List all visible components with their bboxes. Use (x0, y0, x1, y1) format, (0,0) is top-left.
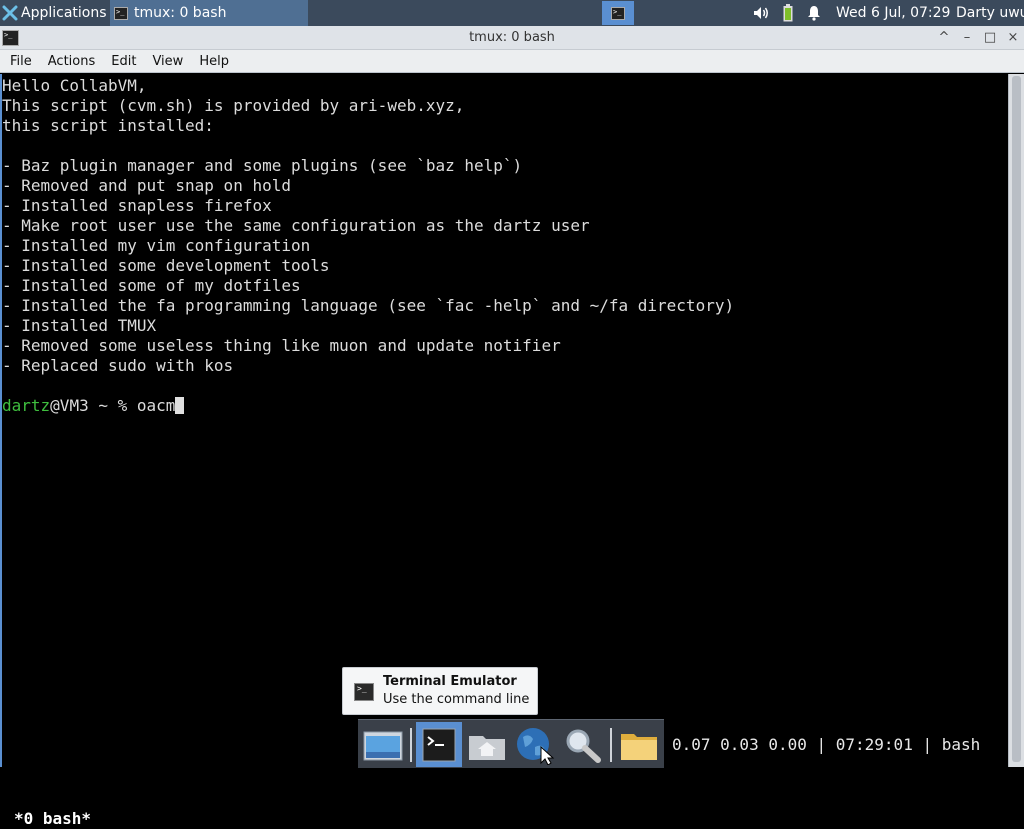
terminal-icon: >_ (354, 683, 374, 701)
top-panel: Applications >_ tmux: 0 bash >_ Wed 6 Ju… (0, 0, 1024, 26)
xfce-logo-icon (2, 5, 18, 21)
web-browser-launcher[interactable] (512, 722, 558, 767)
terminal-line: - Installed some development tools (2, 256, 330, 275)
menu-view[interactable]: View (144, 54, 191, 69)
menu-help[interactable]: Help (191, 54, 237, 69)
terminal-line: - Baz plugin manager and some plugins (s… (2, 156, 523, 175)
dock-separator (610, 728, 612, 762)
taskbar-window-button[interactable]: >_ tmux: 0 bash (110, 0, 308, 26)
terminal-line: - Installed snapless firefox (2, 196, 272, 215)
window-minimize-button[interactable]: – (957, 28, 977, 48)
folder-icon (621, 733, 657, 760)
tooltip-subtitle: Use the command line (383, 692, 530, 707)
show-desktop-icon (363, 731, 403, 760)
terminal-line: - Installed the fa programming language … (2, 296, 735, 315)
window-close-button[interactable]: × (1003, 28, 1023, 48)
menu-edit[interactable]: Edit (103, 54, 144, 69)
terminal-line: - Removed and put snap on hold (2, 176, 291, 195)
panel-clock[interactable]: Wed 6 Jul, 07:29 (836, 0, 950, 26)
battery-icon[interactable] (778, 0, 798, 26)
app-finder-launcher[interactable] (560, 722, 606, 767)
terminal-line: this script installed: (2, 116, 214, 135)
workspace-switcher-button[interactable]: >_ (602, 1, 634, 25)
terminal-line: - Removed some useless thing like muon a… (2, 336, 561, 355)
applications-menu-label: Applications (21, 5, 107, 21)
terminal-line: Hello CollabVM, (2, 76, 147, 95)
home-folder-icon (469, 735, 505, 760)
window-titlebar[interactable]: >_ tmux: 0 bash ^ – □ × (0, 26, 1024, 50)
terminal-icon (422, 728, 456, 761)
magnifier-icon (566, 729, 601, 763)
show-desktop-button[interactable] (360, 722, 406, 767)
command-input[interactable]: oacm (137, 396, 176, 415)
prompt-host-path: @VM3 ~ % (50, 396, 137, 415)
window-maximize-button[interactable]: □ (980, 28, 1000, 48)
terminal-icon: >_ (611, 6, 625, 20)
scrollbar-thumb[interactable] (1012, 76, 1021, 762)
terminal-line: - Replaced sudo with kos (2, 356, 234, 375)
tmux-status-right: 0.07 0.03 0.00 | 07:29:01 | bash (672, 735, 981, 754)
menu-actions[interactable]: Actions (40, 54, 104, 69)
terminal-line: - Installed TMUX (2, 316, 157, 335)
panel-user-menu[interactable]: Darty uwu (956, 0, 1024, 26)
volume-icon[interactable] (750, 0, 772, 26)
terminal-scrollbar[interactable] (1008, 74, 1024, 767)
terminal-line: - Installed some of my dotfiles (2, 276, 301, 295)
dock-separator (410, 728, 412, 762)
terminal-output: Hello CollabVM, This script (cvm.sh) is … (2, 76, 734, 416)
dock (358, 719, 664, 768)
prompt-username: dartz (2, 396, 51, 415)
files-launcher[interactable] (616, 722, 662, 767)
terminal-area[interactable]: Hello CollabVM, This script (cvm.sh) is … (0, 74, 1008, 828)
terminal-line: - Make root user use the same configurat… (2, 216, 590, 235)
terminal-line: - Installed my vim configuration (2, 236, 311, 255)
text-cursor (175, 397, 185, 414)
applications-menu-button[interactable]: Applications (0, 0, 108, 26)
terminal-icon: >_ (114, 6, 128, 20)
window-shade-button[interactable]: ^ (934, 28, 954, 48)
terminal-line: This script (cvm.sh) is provided by ari-… (2, 96, 465, 115)
taskbar-window-label: tmux: 0 bash (134, 5, 227, 21)
menu-file[interactable]: File (0, 54, 40, 69)
dock-tooltip: >_ Terminal Emulator Use the command lin… (342, 667, 538, 715)
tooltip-title: Terminal Emulator (383, 674, 517, 689)
home-folder-launcher[interactable] (464, 722, 510, 767)
notification-bell-icon[interactable] (804, 0, 824, 26)
menubar: File Actions Edit View Help (0, 50, 1024, 73)
terminal-prompt-line[interactable]: dartz@VM3 ~ % oacm (2, 396, 734, 416)
globe-icon (517, 727, 555, 765)
tmux-window-list: *0 bash* (14, 809, 92, 828)
terminal-launcher[interactable] (416, 722, 462, 767)
window-title: tmux: 0 bash (469, 30, 555, 45)
